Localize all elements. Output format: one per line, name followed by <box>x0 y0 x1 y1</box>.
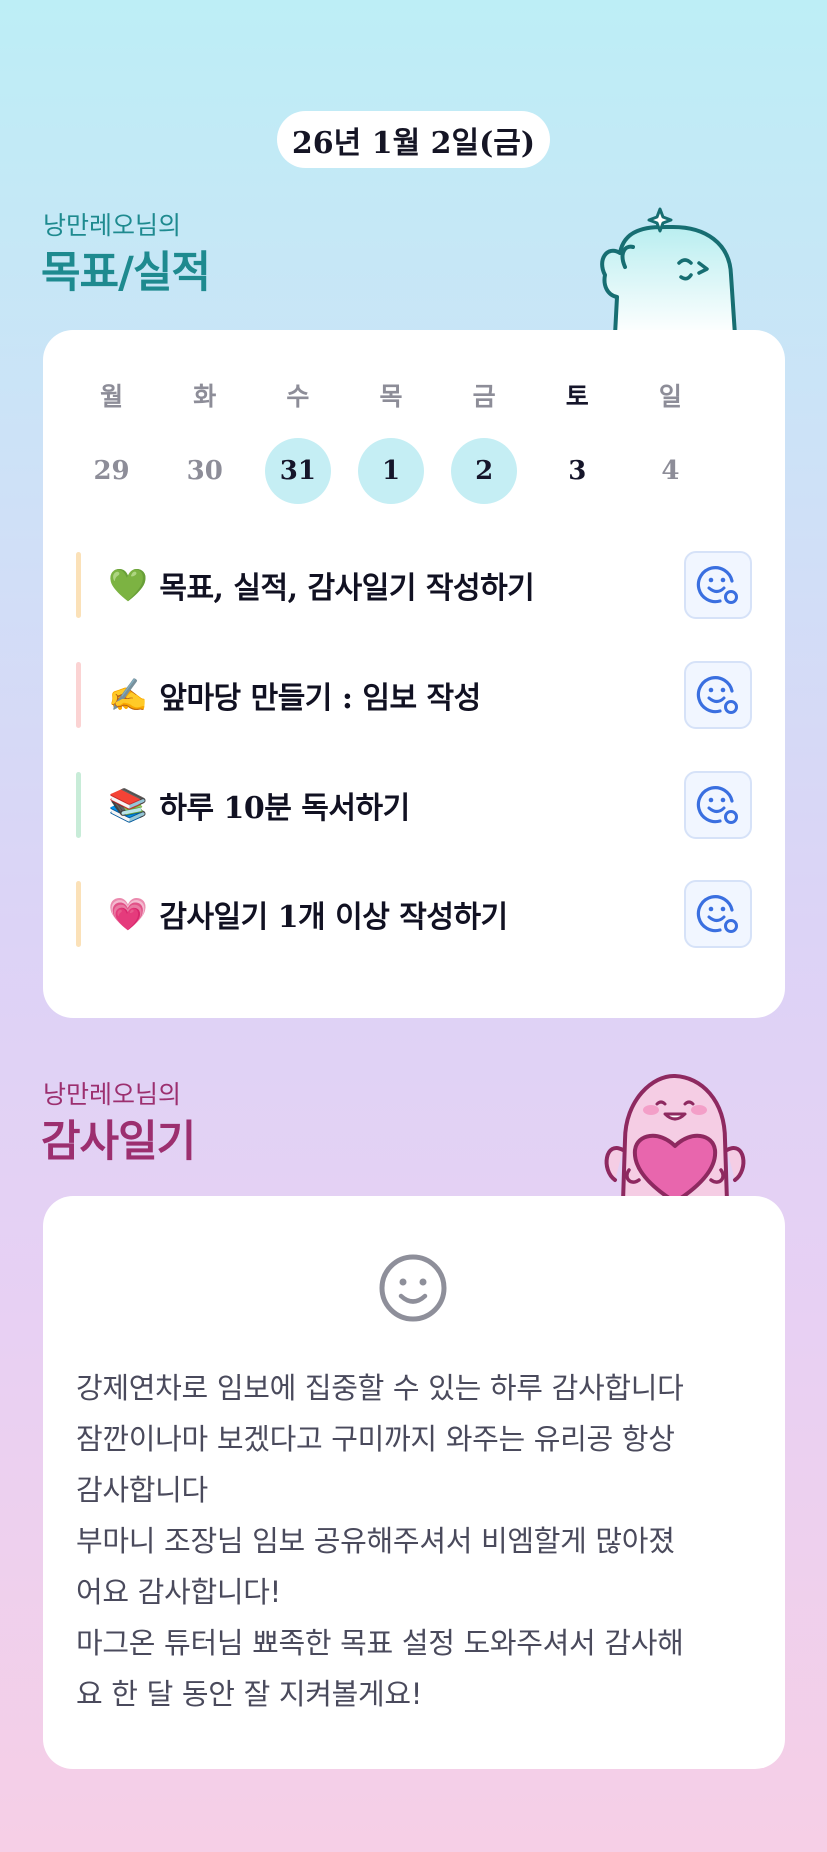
reaction-button[interactable] <box>684 551 752 619</box>
smile-icon[interactable] <box>377 1252 449 1324</box>
weekday-label: 일 <box>658 382 682 411</box>
heart-mascot-icon <box>604 1073 746 1202</box>
goal-item[interactable]: 💗 감사일기 1개 이상 작성하기 <box>76 879 752 949</box>
goal-text: 📚 하루 10분 독서하기 <box>108 770 410 840</box>
goal-color-bar <box>76 662 81 728</box>
diary-owner-label: 낭만레오님의 <box>43 1080 182 1109</box>
pink-heart-icon: 💗 <box>108 895 148 933</box>
goal-color-bar <box>76 772 81 838</box>
smile-plus-icon <box>696 566 738 604</box>
weekday-label-today: 토 <box>565 382 589 411</box>
date-cell-today[interactable]: 3 <box>531 438 624 504</box>
weekday-label: 목 <box>379 382 403 411</box>
date-number: 4 <box>661 456 680 486</box>
writing-hand-icon: ✍️ <box>108 676 148 714</box>
goal-text: ✍️ 앞마당 만들기 : 임보 작성 <box>108 660 481 730</box>
goals-owner-label: 낭만레오님의 <box>43 211 182 240</box>
date-cell[interactable]: 29 <box>65 438 158 504</box>
weekday-label: 화 <box>193 382 217 411</box>
smile-plus-icon <box>696 786 738 824</box>
goal-item[interactable]: 📚 하루 10분 독서하기 <box>76 770 752 840</box>
diary-section-title: 감사일기 <box>41 1117 196 1167</box>
weekday-label: 금 <box>472 382 496 411</box>
goal-text: 💚 목표, 실적, 감사일기 작성하기 <box>108 550 535 620</box>
green-heart-icon: 💚 <box>108 566 148 604</box>
weekday-label: 수 <box>286 382 310 411</box>
date-label: 26년 1월 2일(금) <box>291 125 536 161</box>
weekday-header-row: 월 화 수 목 금 토 일 <box>65 373 717 417</box>
week-dates-row: 29 30 31 1 2 3 4 <box>65 438 717 504</box>
date-number: 31 <box>264 438 331 504</box>
date-number: 2 <box>451 438 518 504</box>
goal-label: 하루 10분 독서하기 <box>159 791 410 826</box>
date-number: 30 <box>186 456 223 486</box>
goal-label: 앞마당 만들기 : 임보 작성 <box>159 681 481 716</box>
date-cell-completed[interactable]: 31 <box>251 438 344 504</box>
smile-plus-icon <box>696 895 738 933</box>
goal-item[interactable]: ✍️ 앞마당 만들기 : 임보 작성 <box>76 660 752 730</box>
date-pill[interactable]: 26년 1월 2일(금) <box>277 111 550 168</box>
date-cell[interactable]: 4 <box>624 438 717 504</box>
weekday-label: 월 <box>100 382 124 411</box>
goal-label: 목표, 실적, 감사일기 작성하기 <box>159 571 535 606</box>
reaction-button[interactable] <box>684 771 752 839</box>
reaction-button[interactable] <box>684 661 752 729</box>
goal-text: 💗 감사일기 1개 이상 작성하기 <box>108 879 508 949</box>
date-number: 29 <box>93 456 130 486</box>
goals-section-title: 목표/실적 <box>41 248 211 298</box>
goal-color-bar <box>76 552 81 618</box>
reaction-button[interactable] <box>684 880 752 948</box>
date-number: 3 <box>568 456 587 486</box>
goal-color-bar <box>76 881 81 947</box>
gratitude-diary-text: 강제연차로 임보에 집중할 수 있는 하루 감사합니다 잠깐이나마 보겠다고 구… <box>76 1371 684 1711</box>
date-cell-completed[interactable]: 1 <box>344 438 437 504</box>
date-cell[interactable]: 30 <box>158 438 251 504</box>
goal-label: 감사일기 1개 이상 작성하기 <box>159 900 508 935</box>
smile-plus-icon <box>696 676 738 714</box>
ghost-mascot-icon <box>600 207 737 335</box>
goal-item[interactable]: 💚 목표, 실적, 감사일기 작성하기 <box>76 550 752 620</box>
date-cell-completed[interactable]: 2 <box>438 438 531 504</box>
books-icon: 📚 <box>108 786 148 824</box>
date-number: 1 <box>357 438 424 504</box>
